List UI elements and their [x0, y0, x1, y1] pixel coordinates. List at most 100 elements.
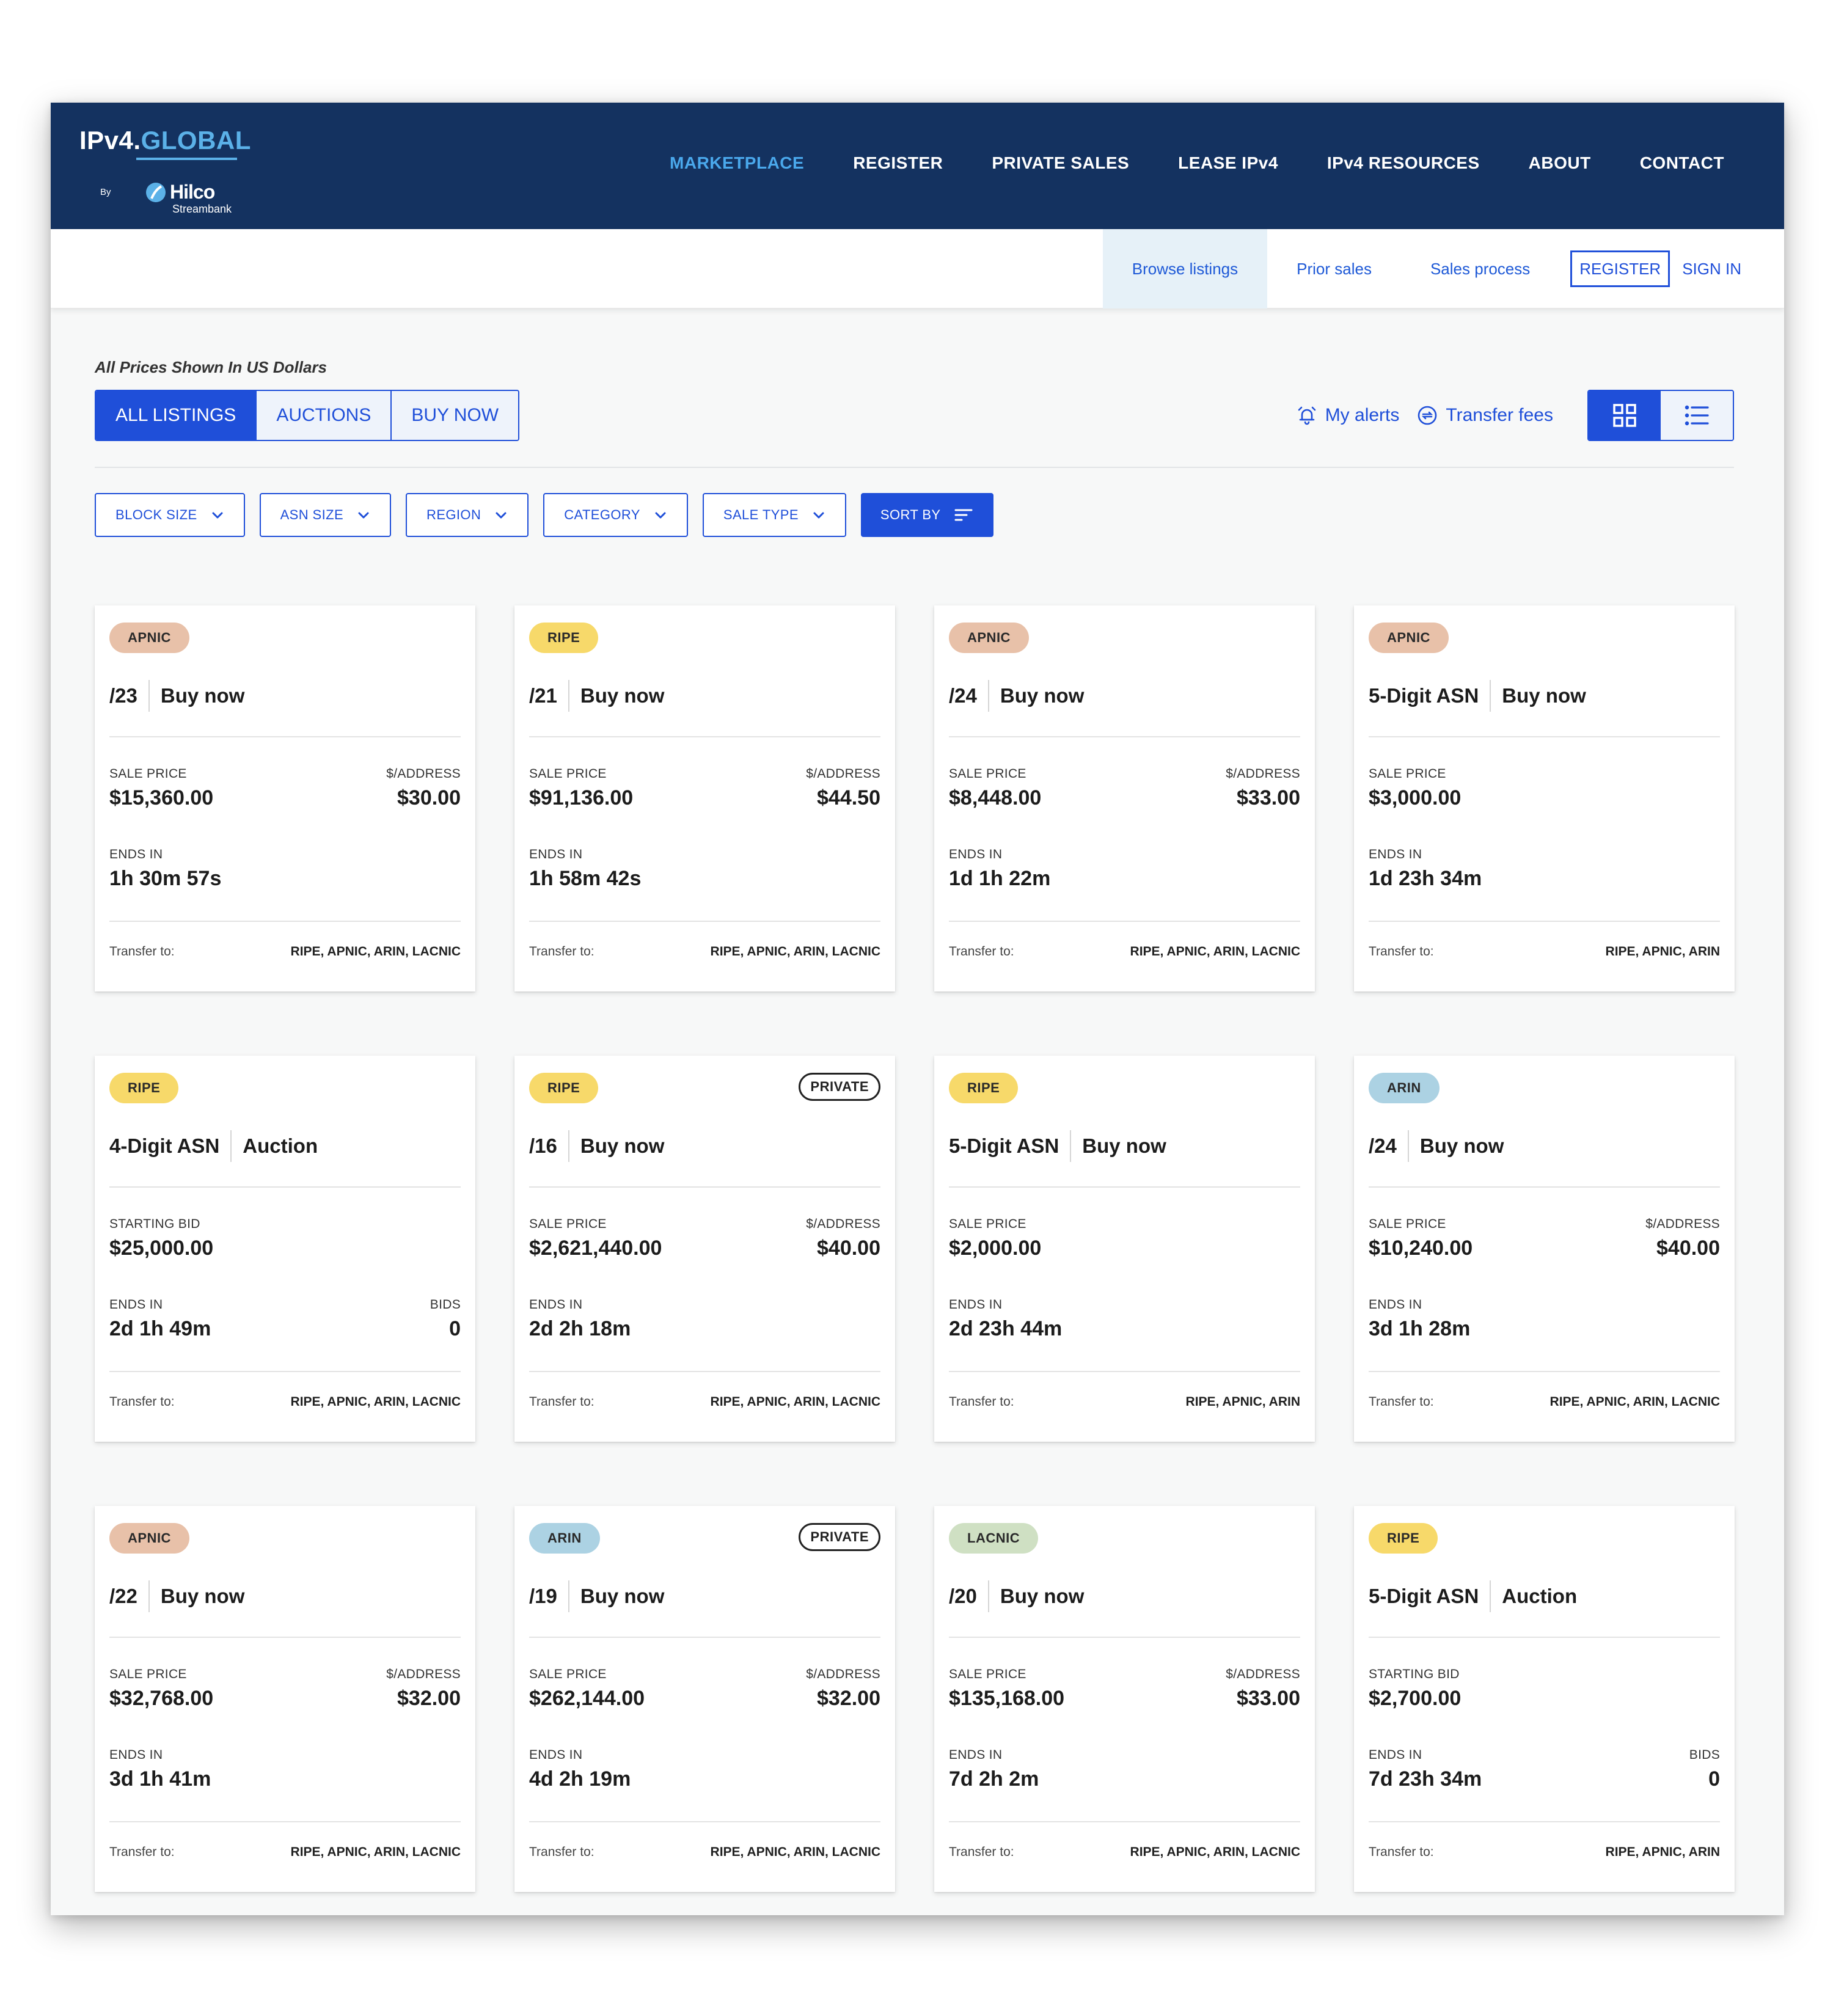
region-badge-ripe: RIPE — [529, 1073, 599, 1103]
alarm-bell-icon — [1298, 406, 1315, 425]
listing-card[interactable]: RIPE 5-Digit ASN Auction STARTING BID $2,700… — [1354, 1506, 1735, 1892]
tab-auctions[interactable]: AUCTIONS — [255, 391, 391, 440]
title-separator — [148, 680, 150, 712]
filter-bar: BLOCK SIZE ASN SIZE REGION CATEGORY SALE… — [95, 493, 993, 537]
listing-title: 5-Digit ASN Buy now — [949, 1130, 1166, 1162]
listing-card[interactable]: APNIC/23 Buy now SALE PRICE $15,360.00 $/ADD… — [95, 605, 475, 992]
ends-in-label: ENDS IN — [949, 1748, 1003, 1762]
listing-card[interactable]: ARIN/24 Buy now SALE PRICE $10,240.00 $/ADDR… — [1354, 1056, 1735, 1442]
card-divider — [949, 736, 1300, 737]
listing-card[interactable]: LACNIC/20 Buy now SALE PRICE $135,168.00 $/A… — [934, 1506, 1315, 1892]
per-address-label: $/ADDRESS — [806, 1667, 880, 1681]
per-address-label: $/ADDRESS — [806, 1217, 880, 1231]
filter-region[interactable]: REGION — [406, 493, 529, 537]
sort-lines-icon — [954, 509, 972, 521]
subnav-sales-process[interactable]: Sales process — [1401, 229, 1559, 309]
title-separator — [1070, 1130, 1072, 1162]
transfer-to-label: Transfer to: — [109, 1395, 175, 1409]
nav-lease-ipv4[interactable]: LEASE IPv4 — [1178, 153, 1278, 178]
bids-value: 0 — [449, 1317, 461, 1340]
register-button[interactable]: REGISTER — [1570, 250, 1670, 287]
price-label: SALE PRICE — [529, 1217, 607, 1231]
transfer-to-label: Transfer to: — [949, 944, 1014, 959]
ends-in-value: 7d 23h 34m — [1369, 1767, 1482, 1791]
filter-asn-size[interactable]: ASN SIZE — [259, 493, 392, 537]
grid-view-button[interactable] — [1589, 391, 1661, 440]
listing-type: Buy now — [160, 1585, 245, 1607]
listing-size: /19 — [529, 1585, 557, 1607]
card-divider — [1369, 1371, 1720, 1372]
price-value: $32,768.00 — [109, 1687, 214, 1710]
price-label: SALE PRICE — [949, 767, 1026, 781]
price-label: SALE PRICE — [949, 1667, 1026, 1681]
price-label: STARTING BID — [109, 1217, 200, 1231]
subnav-prior-sales[interactable]: Prior sales — [1267, 229, 1401, 309]
grid-icon — [1613, 404, 1636, 427]
per-address-value: $32.00 — [817, 1687, 880, 1710]
sign-in-link[interactable]: SIGN IN — [1670, 260, 1784, 279]
listing-card[interactable]: RIPE 5-Digit ASN Buy now SALE PRICE $2,000.0… — [934, 1056, 1315, 1442]
view-toggle — [1587, 390, 1734, 441]
listing-size: /24 — [949, 684, 977, 707]
nav-contact[interactable]: CONTACT — [1640, 153, 1724, 178]
listing-card[interactable]: APNIC/22 Buy now SALE PRICE $32,768.00 $/ADD… — [95, 1506, 475, 1892]
per-address-value: $32.00 — [397, 1687, 461, 1710]
sub-header: Browse listings Prior sales Sales proces… — [51, 229, 1784, 309]
price-value: $2,621,440.00 — [529, 1236, 662, 1260]
per-address-value: $44.50 — [817, 786, 880, 809]
chevron-down-icon — [358, 512, 369, 519]
listing-card[interactable]: RIPE/21 Buy now SALE PRICE $91,136.00 $/ADDR… — [514, 605, 895, 992]
listing-card[interactable]: ARIN PRIVATE/19 Buy now SALE PRICE $262,144.… — [514, 1506, 895, 1892]
nav-private-sales[interactable]: PRIVATE SALES — [992, 153, 1129, 178]
list-view-button[interactable] — [1661, 391, 1733, 440]
transfer-to-value: RIPE, APNIC, ARIN, LACNIC — [710, 1845, 880, 1859]
listing-size: 5-Digit ASN — [1369, 684, 1479, 707]
card-divider — [1369, 921, 1720, 922]
ends-in-value: 2d 2h 18m — [529, 1317, 631, 1340]
per-address-label: $/ADDRESS — [1226, 1667, 1300, 1681]
price-label: SALE PRICE — [529, 767, 607, 781]
nav-ipv4-resources[interactable]: IPv4 RESOURCES — [1327, 153, 1480, 178]
card-divider — [949, 1186, 1300, 1188]
subnav-browse-listings[interactable]: Browse listings — [1102, 229, 1268, 309]
nav-marketplace[interactable]: MARKETPLACE — [670, 153, 804, 178]
toolbar-divider — [95, 467, 1734, 468]
site-logo[interactable]: IPv4.GLOBAL By Hilco Streambank — [79, 126, 263, 215]
my-alerts-label: My alerts — [1325, 405, 1400, 425]
listing-card[interactable]: RIPE PRIVATE/16 Buy now SALE PRICE $2,621,44… — [514, 1056, 895, 1442]
listing-type: Buy now — [160, 684, 245, 707]
card-divider — [949, 1371, 1300, 1372]
card-divider — [949, 1821, 1300, 1822]
listing-card[interactable]: RIPE 4-Digit ASN Auction STARTING BID $25,00… — [95, 1056, 475, 1442]
card-divider — [109, 736, 461, 737]
sort-by-button[interactable]: SORT BY — [860, 493, 993, 537]
region-badge-ripe: RIPE — [949, 1073, 1019, 1103]
my-alerts-link[interactable]: My alerts — [1296, 404, 1400, 426]
filter-category[interactable]: CATEGORY — [543, 493, 688, 537]
filter-block-size[interactable]: BLOCK SIZE — [95, 493, 245, 537]
listing-type: Auction — [1502, 1585, 1578, 1607]
transfer-to-label: Transfer to: — [949, 1845, 1014, 1859]
per-address-value: $40.00 — [817, 1236, 880, 1260]
sort-label: SORT BY — [880, 507, 941, 522]
toolbar: My alerts Transfer fees — [1296, 390, 1734, 441]
tab-all-listings[interactable]: ALL LISTINGS — [96, 391, 256, 440]
ends-in-value: 1h 58m 42s — [529, 867, 642, 890]
nav-register[interactable]: REGISTER — [853, 153, 943, 178]
listing-title: /24 Buy now — [949, 680, 1084, 712]
ends-in-value: 1h 30m 57s — [109, 867, 222, 890]
per-address-value: $30.00 — [397, 786, 461, 809]
tab-buy-now[interactable]: BUY NOW — [390, 391, 519, 440]
transfer-fees-link[interactable]: Transfer fees — [1416, 404, 1553, 426]
listing-card[interactable]: APNIC 5-Digit ASN Buy now SALE PRICE $3,000.… — [1354, 605, 1735, 992]
listing-card[interactable]: APNIC/24 Buy now SALE PRICE $8,448.00 $/ADDR… — [934, 605, 1315, 992]
nav-about[interactable]: ABOUT — [1529, 153, 1591, 178]
transfer-to-value: RIPE, APNIC, ARIN — [1185, 1395, 1300, 1409]
region-badge-apnic: APNIC — [949, 623, 1029, 653]
filter-sale-type[interactable]: SALE TYPE — [702, 493, 846, 537]
transfer-to-label: Transfer to: — [109, 944, 175, 959]
per-address-label: $/ADDRESS — [386, 1667, 461, 1681]
listing-type: Buy now — [1000, 684, 1085, 707]
filter-label: BLOCK SIZE — [115, 507, 197, 522]
card-divider — [529, 1371, 880, 1372]
